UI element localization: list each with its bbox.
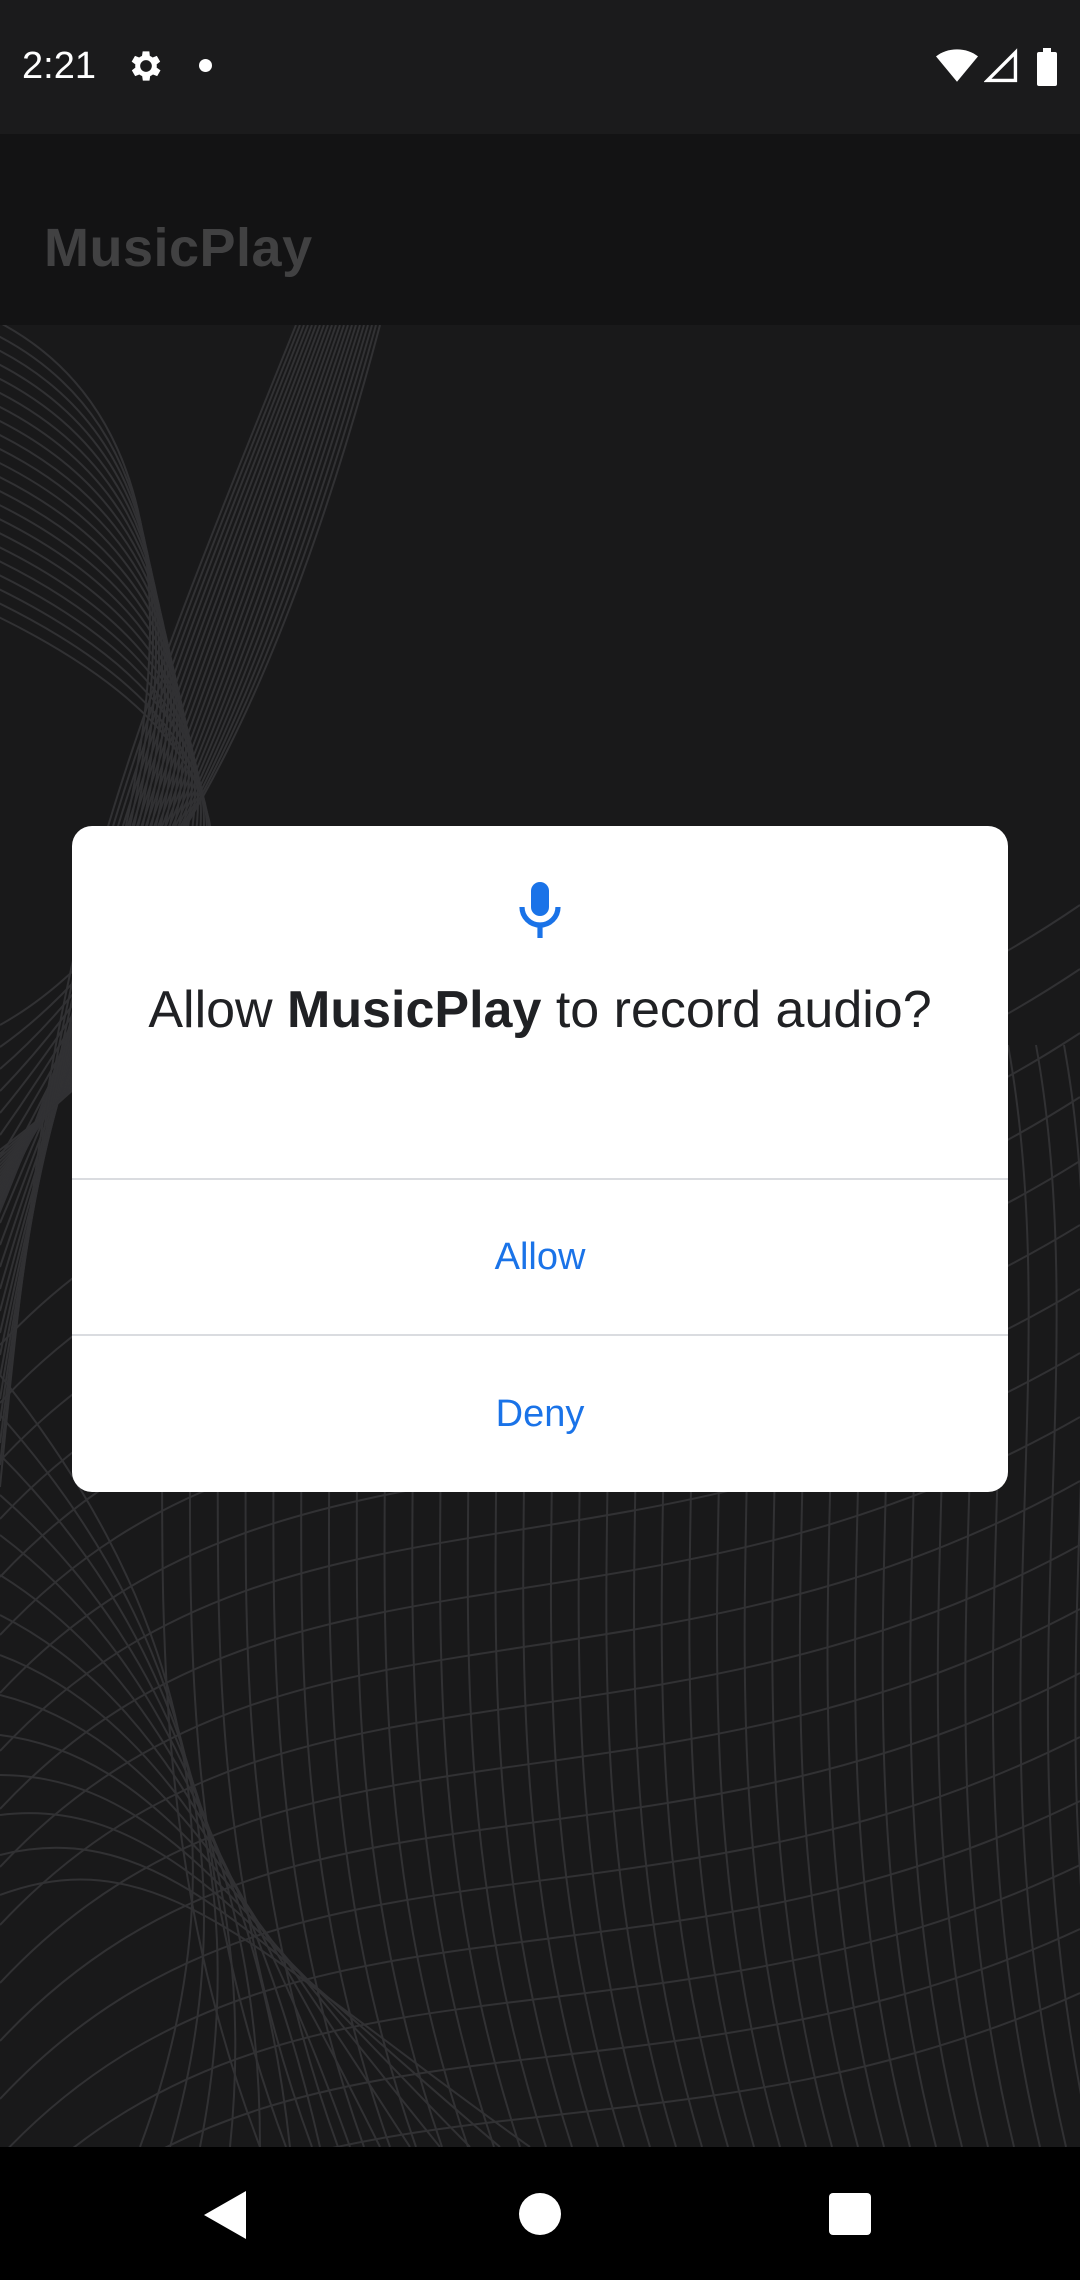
- battery-icon: [1037, 48, 1057, 86]
- dialog-title: Allow MusicPlay to record audio?: [132, 978, 948, 1042]
- permission-dialog: Allow MusicPlay to record audio? Allow D…: [72, 826, 1008, 1492]
- dialog-title-prefix: Allow: [148, 981, 288, 1039]
- deny-button[interactable]: Deny: [72, 1336, 1008, 1492]
- microphone-icon: [519, 882, 561, 938]
- back-icon[interactable]: [204, 2191, 248, 2239]
- navigation-bar: [0, 2147, 1080, 2280]
- signal-icon: [984, 48, 1018, 83]
- allow-button[interactable]: Allow: [72, 1180, 1008, 1334]
- status-time: 2:21: [22, 45, 96, 87]
- dialog-title-suffix: to record audio?: [541, 981, 932, 1039]
- notification-dot-icon: [199, 59, 212, 72]
- dialog-app-name: MusicPlay: [287, 981, 542, 1039]
- gear-icon: [131, 51, 161, 81]
- home-icon[interactable]: [519, 2193, 561, 2235]
- status-bar: 2:21: [0, 0, 1080, 134]
- recents-icon[interactable]: [829, 2193, 871, 2235]
- wifi-icon: [936, 49, 978, 82]
